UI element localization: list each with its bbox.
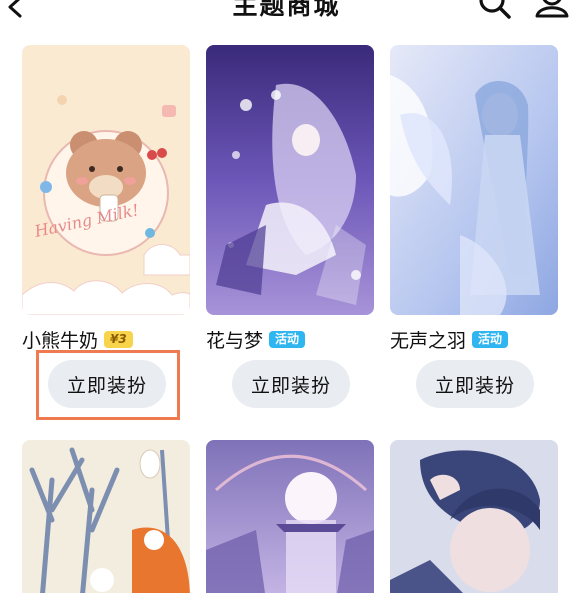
theme-artwork-boy-portrait: [390, 440, 558, 593]
theme-name-xiaoxiongniunai: 小熊牛奶 ¥3: [22, 326, 133, 353]
theme-name-label: 花与梦: [206, 330, 264, 352]
theme-name-label: 无声之羽: [390, 330, 467, 352]
theme-artwork-flowers-dream: [206, 45, 374, 315]
top-bar: 主题商城: [0, 0, 573, 30]
event-badge: 活动: [269, 331, 306, 348]
theme-card-xiaoxiongniunai[interactable]: Having Milk!: [22, 45, 190, 315]
theme-artwork-moon-waterfall: [206, 440, 374, 593]
apply-theme-button-huayumeng[interactable]: 立即装扮: [232, 360, 350, 408]
price-badge: ¥3: [104, 331, 133, 348]
theme-card-huayumeng[interactable]: [206, 45, 374, 315]
theme-artwork-feather: [390, 45, 558, 315]
theme-card-wushengzhiyu[interactable]: [390, 45, 558, 315]
event-badge: 活动: [472, 331, 509, 348]
theme-artwork-bear: Having Milk!: [22, 45, 190, 315]
theme-artwork-winter-trees: [22, 440, 190, 593]
theme-name-huayumeng: 花与梦 活动: [206, 326, 306, 353]
apply-theme-button-wushengzhiyu[interactable]: 立即装扮: [416, 360, 534, 408]
theme-card-row2-2[interactable]: [206, 440, 374, 593]
search-icon[interactable]: [477, 0, 513, 22]
theme-card-row2-1[interactable]: [22, 440, 190, 593]
highlight-box: [36, 350, 180, 420]
theme-name-wushengzhiyu: 无声之羽 活动: [390, 326, 509, 353]
theme-card-row2-3[interactable]: [390, 440, 558, 593]
theme-name-label: 小熊牛奶: [22, 330, 99, 352]
person-icon[interactable]: [534, 0, 570, 22]
